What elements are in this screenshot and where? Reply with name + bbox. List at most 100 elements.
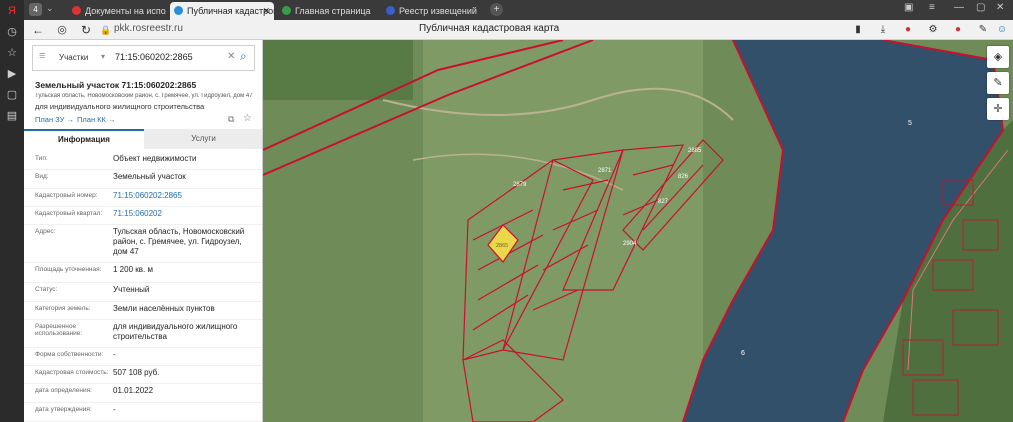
- browser-logo-icon[interactable]: Я: [5, 4, 19, 18]
- tab-favicon-icon: [386, 6, 395, 15]
- search-icon[interactable]: ⌕: [240, 49, 247, 64]
- info-label: Вид:: [35, 173, 49, 180]
- info-row-ownership: Форма собственности: -: [24, 348, 262, 366]
- ruler-icon[interactable]: ✎: [987, 72, 1009, 94]
- star-icon[interactable]: ☆: [243, 113, 252, 124]
- tab-favicon-icon: [174, 6, 183, 15]
- copy-icon[interactable]: ⧉: [228, 114, 234, 125]
- parcel-title: Земельный участок 71:15:060202:2865: [35, 80, 197, 90]
- back-icon[interactable]: ←: [30, 22, 46, 38]
- category-select[interactable]: Участки: [59, 53, 88, 62]
- extension-icon[interactable]: ✎: [975, 22, 991, 38]
- info-value: 1 200 кв. м: [113, 265, 153, 274]
- history-icon[interactable]: ◷: [5, 25, 19, 39]
- info-label: дата определения:: [35, 387, 92, 394]
- lock-icon: 🔒: [100, 25, 112, 35]
- info-label: дата утверждения:: [35, 406, 92, 413]
- parcel-label: 2871: [598, 168, 612, 174]
- extension-icon[interactable]: ●: [950, 22, 966, 38]
- apps-icon[interactable]: ▢: [5, 88, 19, 102]
- info-value: Объект недвижимости: [113, 154, 197, 163]
- bookmarks-icon[interactable]: ▣: [904, 2, 913, 13]
- info-row-land-category: Категория земель: Земли населённых пункт…: [24, 302, 262, 320]
- tab-notices-registry[interactable]: Реестр извещений: [382, 2, 482, 20]
- tab-label: Реестр извещений: [399, 6, 477, 16]
- tab-main-page[interactable]: Главная страница: [278, 2, 378, 20]
- bookmark-icon[interactable]: ▮: [850, 22, 866, 38]
- info-panel: ≡ Участки ▾ 71:15:060202:2865 ✕ ⌕ Земель…: [24, 40, 263, 422]
- reload-icon[interactable]: ↻: [78, 22, 94, 38]
- parcel-label: 827: [658, 199, 669, 205]
- parcel-purpose: для индивидуального жилищного строительс…: [35, 102, 205, 111]
- profile-icon[interactable]: ☺: [994, 22, 1010, 38]
- extension-icon[interactable]: ●: [900, 22, 916, 38]
- info-value: Тульская область, Новомосковский район, …: [113, 227, 245, 256]
- clear-icon[interactable]: ✕: [227, 51, 235, 62]
- window-close-icon[interactable]: ✕: [996, 2, 1004, 13]
- info-row-approval-date: дата утверждения: -: [24, 403, 262, 422]
- info-label: Кадастровый номер:: [35, 192, 98, 199]
- info-label: Кадастровый квартал:: [35, 210, 103, 217]
- info-value: Земельный участок: [113, 172, 186, 181]
- url-field[interactable]: pkk.rosreestr.ru: [114, 23, 183, 34]
- info-value: Учтенный: [113, 285, 150, 294]
- info-row-area: Площадь уточненная: 1 200 кв. м: [24, 263, 262, 283]
- parcel-label: 2904: [623, 241, 637, 247]
- browser-sidebar: Я ◷ ☆ ▶ ▢ ▤: [0, 0, 24, 422]
- chevron-down-icon[interactable]: ▾: [101, 52, 105, 61]
- download-icon[interactable]: ⤓: [875, 22, 891, 38]
- tab-label: Главная страница: [295, 6, 371, 16]
- new-tab-button[interactable]: +: [490, 3, 503, 16]
- tab-counter[interactable]: 4: [29, 3, 42, 16]
- info-row-determination-date: дата определения: 01.01.2022: [24, 384, 262, 403]
- tab-info[interactable]: Информация: [24, 129, 144, 149]
- quarter-label: 6: [741, 350, 745, 357]
- tab-public-cadastral[interactable]: Публичная кадастровая ✕: [170, 2, 274, 20]
- info-value: для индивидуального жилищного строительс…: [113, 322, 238, 341]
- parcel-address: Тульская область, Новомосковский район, …: [35, 93, 253, 99]
- map-svg: 2879 2871 2885 2904 826 827 2865 5 6: [263, 40, 1013, 422]
- info-row-cadastral-value: Кадастровая стоимость: 507 108 руб.: [24, 366, 262, 384]
- tab-label: Публичная кадастровая: [187, 6, 274, 16]
- parcel-label: 826: [678, 174, 689, 180]
- info-row-cadastral-number: Кадастровый номер: 71:15:060202:2865: [24, 189, 262, 207]
- maximize-icon[interactable]: ▢: [976, 2, 985, 13]
- info-row-address: Адрес: Тульская область, Новомосковский …: [24, 225, 262, 263]
- info-value: 01.01.2022: [113, 386, 154, 395]
- search-box: ≡ Участки ▾ 71:15:060202:2865 ✕ ⌕: [32, 45, 255, 71]
- search-input[interactable]: 71:15:060202:2865: [115, 52, 193, 62]
- downloads-icon[interactable]: ▤: [5, 109, 19, 123]
- cadastral-number-link[interactable]: 71:15:060202:2865: [113, 191, 253, 201]
- info-label: Форма собственности:: [35, 351, 104, 358]
- info-label: Статус:: [35, 286, 58, 293]
- close-icon[interactable]: ✕: [262, 2, 270, 20]
- plan-zu-link[interactable]: План ЗУ →: [35, 115, 74, 124]
- extension-icon[interactable]: ⚙: [925, 22, 941, 38]
- tab-documents[interactable]: Документы на исполнение: [68, 2, 166, 20]
- info-value: Земли населённых пунктов: [113, 304, 215, 313]
- shield-icon[interactable]: ◎: [54, 22, 70, 38]
- collections-icon[interactable]: ☆: [5, 46, 19, 60]
- info-value: -: [113, 350, 116, 359]
- minimize-icon[interactable]: —: [954, 2, 964, 13]
- tab-strip: Информация Услуги: [24, 129, 262, 149]
- locate-icon[interactable]: ✛: [987, 98, 1009, 120]
- map-canvas[interactable]: 2879 2871 2885 2904 826 827 2865 5 6: [263, 40, 1013, 422]
- plan-kk-link[interactable]: План КК →: [77, 115, 116, 124]
- tabs-dropdown-icon[interactable]: ⌄: [46, 3, 54, 14]
- tab-services[interactable]: Услуги: [144, 129, 262, 149]
- menu-icon[interactable]: ≡: [39, 50, 45, 62]
- cadastral-quarter-link[interactable]: 71:15:060202: [113, 209, 253, 219]
- info-label: Тип:: [35, 155, 48, 162]
- tab-bar: 4 ⌄ Документы на исполнение Публичная ка…: [24, 0, 1013, 20]
- menu-icon[interactable]: ≡: [929, 2, 935, 13]
- info-value: -: [113, 405, 116, 414]
- address-bar: ← ◎ ↻ 🔒 pkk.rosreestr.ru Публичная кадас…: [24, 20, 1013, 40]
- layers-icon[interactable]: ◈: [987, 46, 1009, 68]
- info-label: Категория земель:: [35, 305, 91, 312]
- meadow-area: [423, 40, 703, 422]
- selected-parcel-label: 2865: [496, 243, 508, 249]
- info-row-permitted-use: Разрешенное использование: для индивидуа…: [24, 320, 262, 348]
- info-label: Площадь уточненная:: [35, 266, 102, 273]
- video-icon[interactable]: ▶: [5, 67, 19, 81]
